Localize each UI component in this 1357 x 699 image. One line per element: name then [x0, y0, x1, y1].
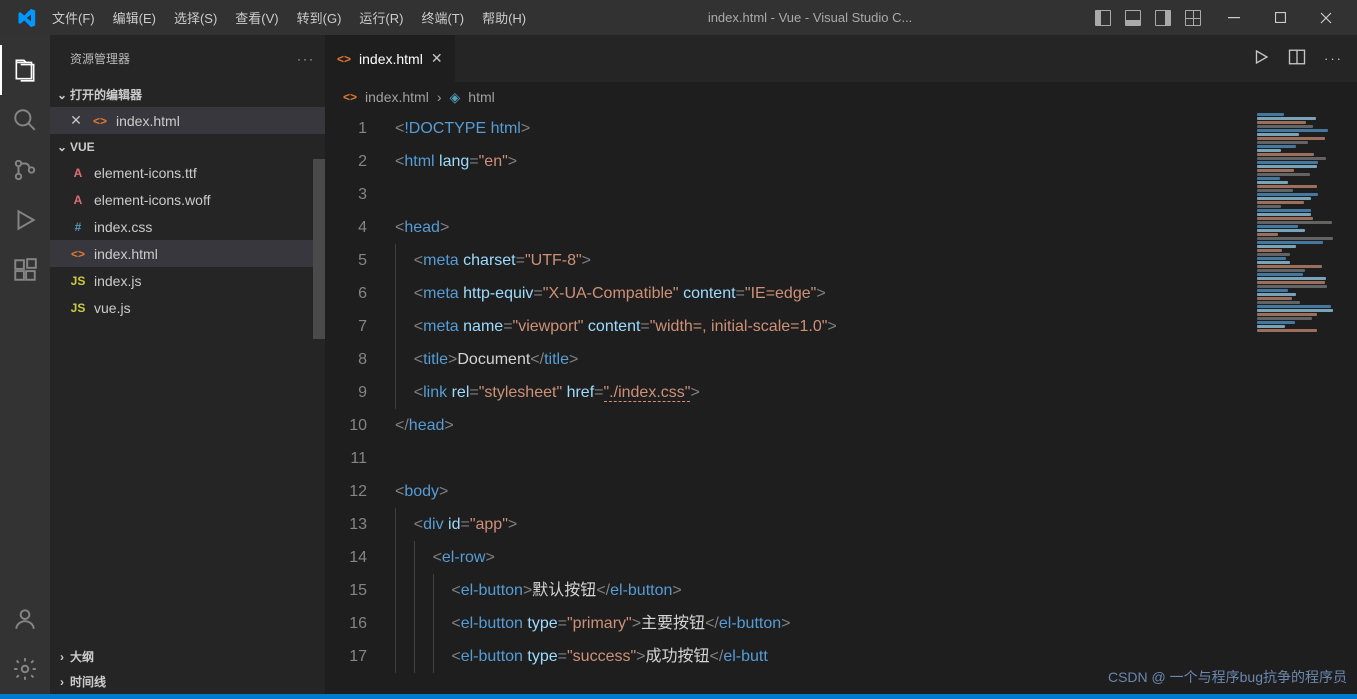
split-editor-icon[interactable]	[1288, 48, 1306, 69]
chevron-right-icon: ›	[437, 89, 442, 105]
more-actions-icon[interactable]: ···	[297, 52, 315, 66]
menu-item[interactable]: 编辑(E)	[104, 4, 165, 31]
file-icon: <>	[68, 247, 88, 261]
close-icon[interactable]: ✕	[68, 112, 84, 129]
file-icon: A	[68, 166, 88, 180]
file-tree-item[interactable]: JSvue.js	[50, 294, 325, 321]
outline-section[interactable]: › 大纲	[50, 644, 325, 669]
vscode-logo-icon	[8, 8, 43, 28]
menu-item[interactable]: 终端(T)	[412, 4, 473, 31]
settings-icon[interactable]	[0, 644, 50, 694]
file-tree-item[interactable]: <>index.html	[50, 240, 325, 267]
editor-tabs: <> index.html ✕ ···	[325, 35, 1357, 82]
menu-item[interactable]: 转到(G)	[288, 4, 351, 31]
file-icon: JS	[68, 274, 88, 288]
chevron-right-icon: ›	[54, 675, 70, 689]
layout-controls	[1085, 10, 1211, 26]
chevron-right-icon: ›	[54, 650, 70, 664]
toggle-left-panel-icon[interactable]	[1095, 10, 1111, 26]
activity-bar	[0, 35, 50, 694]
close-button[interactable]	[1303, 0, 1349, 35]
close-tab-icon[interactable]: ✕	[431, 50, 443, 67]
timeline-section[interactable]: › 时间线	[50, 669, 325, 694]
file-tree-item[interactable]: Aelement-icons.woff	[50, 186, 325, 213]
explorer-sidebar: 资源管理器 ··· ⌄ 打开的编辑器 ✕ <>index.html ⌄ VUE A…	[50, 35, 325, 694]
breadcrumb[interactable]: <> index.html › ◈ html	[325, 82, 1357, 112]
menu-item[interactable]: 查看(V)	[226, 4, 287, 31]
chevron-down-icon: ⌄	[54, 88, 70, 102]
search-icon[interactable]	[0, 95, 50, 145]
file-tree-item[interactable]: JSindex.js	[50, 267, 325, 294]
file-icon: <>	[90, 114, 110, 128]
run-debug-icon[interactable]	[0, 195, 50, 245]
folder-section[interactable]: ⌄ VUE	[50, 134, 325, 159]
minimap[interactable]	[1253, 112, 1343, 692]
file-tree-item[interactable]: #index.css	[50, 213, 325, 240]
html-file-icon: <>	[337, 52, 351, 66]
file-icon: #	[68, 220, 88, 234]
run-icon[interactable]	[1252, 48, 1270, 69]
extensions-icon[interactable]	[0, 245, 50, 295]
customize-layout-icon[interactable]	[1185, 10, 1201, 26]
titlebar: 文件(F)编辑(E)选择(S)查看(V)转到(G)运行(R)终端(T)帮助(H)…	[0, 0, 1357, 35]
explorer-icon[interactable]	[0, 45, 50, 95]
file-icon: JS	[68, 301, 88, 315]
menu-item[interactable]: 运行(R)	[350, 4, 412, 31]
minimize-button[interactable]	[1211, 0, 1257, 35]
menu-item[interactable]: 帮助(H)	[473, 4, 535, 31]
tab-index-html[interactable]: <> index.html ✕	[325, 35, 456, 82]
sidebar-header: 资源管理器 ···	[50, 35, 325, 82]
editor-area: <> index.html ✕ ··· <> index.html › ◈ ht…	[325, 35, 1357, 694]
main-menu: 文件(F)编辑(E)选择(S)查看(V)转到(G)运行(R)终端(T)帮助(H)	[43, 4, 535, 31]
more-actions-icon[interactable]: ···	[1324, 51, 1343, 66]
sidebar-title: 资源管理器	[70, 50, 130, 67]
source-control-icon[interactable]	[0, 145, 50, 195]
code-editor[interactable]: 1234567891011121314151617 <!DOCTYPE html…	[325, 112, 1357, 694]
cube-icon: ◈	[450, 89, 461, 106]
sidebar-scrollbar[interactable]	[313, 159, 325, 339]
menu-item[interactable]: 选择(S)	[165, 4, 226, 31]
open-editor-item[interactable]: ✕<>index.html	[50, 107, 325, 134]
watermark: CSDN @ 一个与程序bug抗争的程序员	[1108, 667, 1347, 687]
toggle-bottom-panel-icon[interactable]	[1125, 10, 1141, 26]
file-icon: A	[68, 193, 88, 207]
html-file-icon: <>	[343, 90, 357, 104]
chevron-down-icon: ⌄	[54, 140, 70, 154]
window-controls	[1211, 0, 1349, 35]
account-icon[interactable]	[0, 594, 50, 644]
file-tree-item[interactable]: Aelement-icons.ttf	[50, 159, 325, 186]
maximize-button[interactable]	[1257, 0, 1303, 35]
status-bar[interactable]	[0, 694, 1357, 699]
open-editors-section[interactable]: ⌄ 打开的编辑器	[50, 82, 325, 107]
menu-item[interactable]: 文件(F)	[43, 4, 104, 31]
window-title: index.html - Vue - Visual Studio C...	[535, 10, 1085, 25]
toggle-right-panel-icon[interactable]	[1155, 10, 1171, 26]
